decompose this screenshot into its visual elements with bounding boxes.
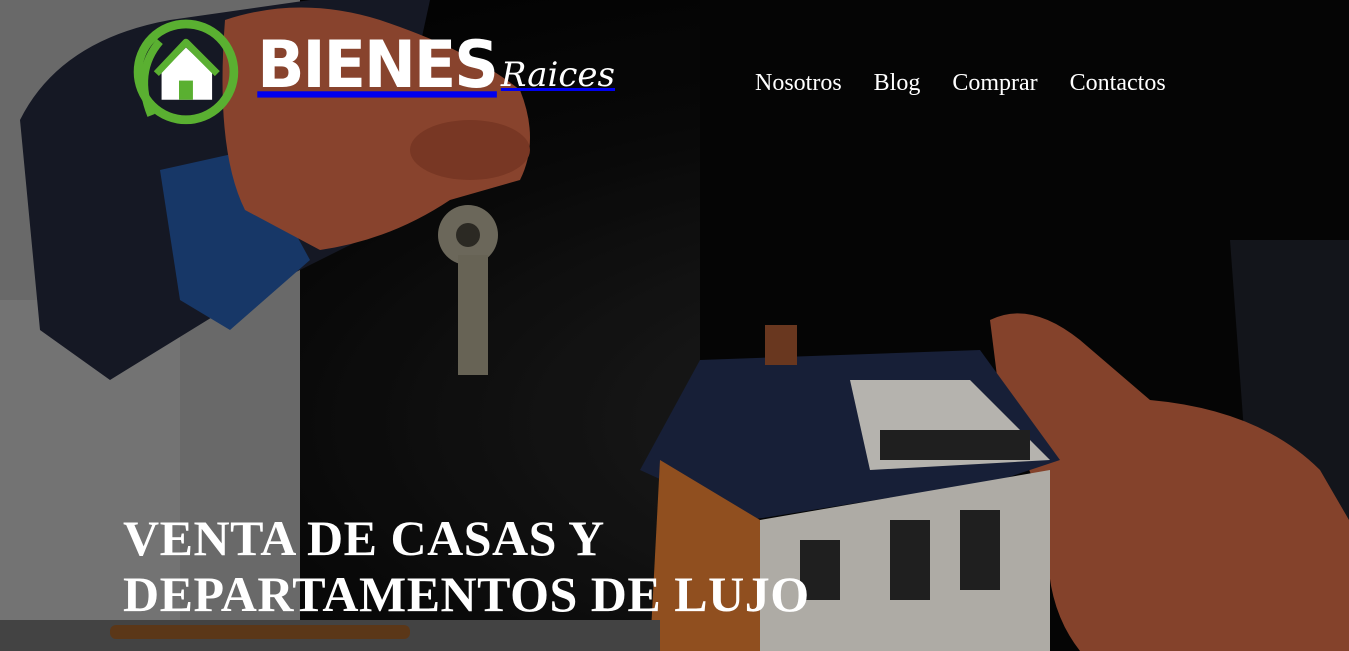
nav-link-blog[interactable]: Blog [874,70,921,97]
main-navigation: Nosotros Blog Comprar Contactos [755,70,1166,97]
hero-title: VENTA DE CASAS Y DEPARTAMENTOS DE LUJO [123,510,943,622]
brand-logo-link[interactable]: BIENES Raices [125,12,615,130]
nav-link-nosotros[interactable]: Nosotros [755,70,842,97]
hero-title-line-1: VENTA DE CASAS Y [123,510,605,566]
house-logo-icon [133,19,239,125]
hero-title-line-2: DEPARTAMENTOS DE LUJO [123,566,810,622]
nav-link-contactos[interactable]: Contactos [1070,70,1166,97]
site-header: BIENES Raices Nosotros Blog Comprar Cont… [0,0,1349,160]
brand-wordmark: BIENES Raices [257,25,615,103]
brand-name-secondary: Raices [500,54,615,95]
nav-link-comprar[interactable]: Comprar [952,70,1037,97]
brand-name-primary: BIENES [257,25,499,103]
